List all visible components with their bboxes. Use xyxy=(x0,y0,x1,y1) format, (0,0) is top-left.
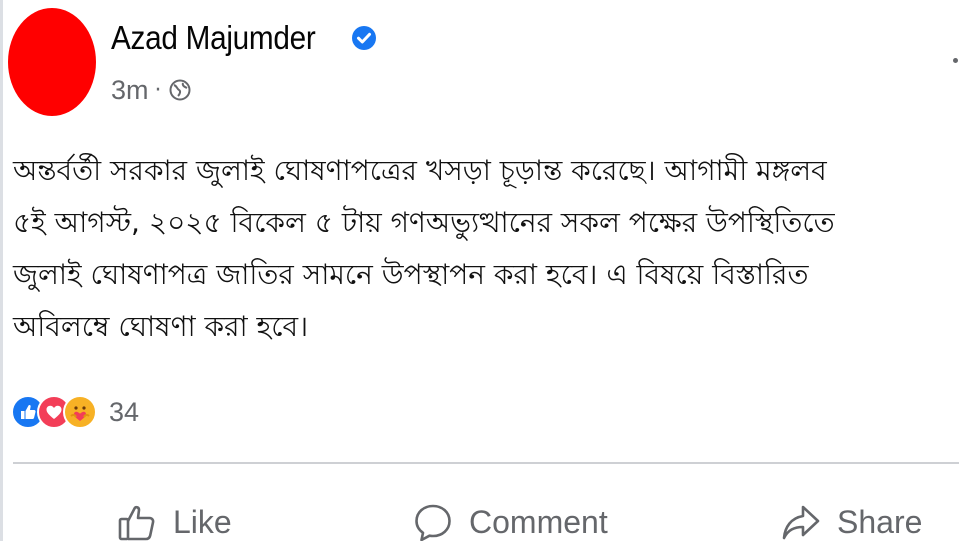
more-options-icon[interactable] xyxy=(953,58,958,63)
post-body-line: অন্তর্বর্তী সরকার জুলাই ঘোষণাপত্রের খসড়… xyxy=(13,154,827,187)
timestamp[interactable]: 3m xyxy=(111,75,149,106)
post-header: Azad Majumder 3m · xyxy=(3,0,959,120)
like-label: Like xyxy=(173,503,232,540)
post-body-line: ৫ই আগস্ট, ২০২৫ বিকেল ৫ টায় গণঅভ্যুত্থান… xyxy=(13,206,835,239)
share-button[interactable]: Share xyxy=(779,500,922,541)
verified-badge-icon xyxy=(351,25,377,51)
post-meta: 3m · xyxy=(111,72,191,108)
reactions-summary[interactable]: 34 xyxy=(11,392,139,432)
share-label: Share xyxy=(837,503,923,540)
post-actions: Like Comment Share xyxy=(3,490,959,541)
post-body-line: অবিলম্বে ঘোষণা করা হবে। xyxy=(13,310,309,343)
avatar[interactable] xyxy=(8,8,96,116)
author-row: Azad Majumder xyxy=(111,18,377,58)
reaction-count[interactable]: 34 xyxy=(109,397,139,428)
meta-separator: · xyxy=(154,77,162,103)
like-button[interactable]: Like xyxy=(115,500,232,541)
thumbs-up-icon xyxy=(115,500,159,541)
care-reaction-icon xyxy=(63,395,97,429)
share-arrow-icon xyxy=(779,500,823,541)
comment-button[interactable]: Comment xyxy=(411,500,608,541)
facebook-post: Azad Majumder 3m · অন্তর্বর্তী সরকার জুল… xyxy=(0,0,959,541)
post-body-line: জুলাই ঘোষণাপত্র জাতির সামনে উপস্থাপন করা… xyxy=(13,258,809,291)
post-body: অন্তর্বর্তী সরকার জুলাই ঘোষণাপত্রের খসড়… xyxy=(13,145,959,353)
comment-label: Comment xyxy=(469,503,608,540)
globe-icon[interactable] xyxy=(169,79,191,101)
comment-bubble-icon xyxy=(411,500,455,541)
author-name[interactable]: Azad Majumder xyxy=(111,19,318,57)
divider xyxy=(13,462,959,464)
